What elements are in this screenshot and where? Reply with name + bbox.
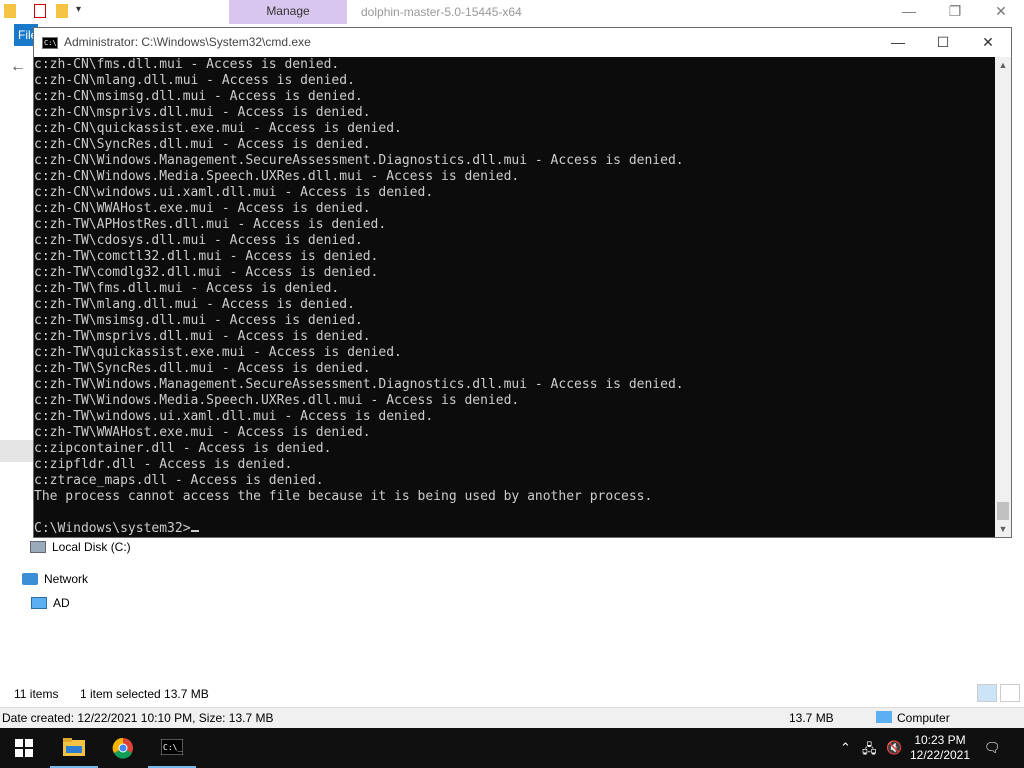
console-line: c:zh-CN\Windows.Media.Speech.UXRes.dll.m…: [34, 169, 520, 184]
nav-item-label: Network: [44, 572, 89, 586]
details-bar: Date created: 12/22/2021 10:10 PM, Size:…: [0, 707, 1024, 729]
console-output[interactable]: c:zh-CN\fms.dll.mui - Access is denied. c…: [34, 57, 995, 537]
details-view-button[interactable]: [977, 684, 997, 702]
computer-icon: [876, 711, 892, 723]
scrollbar-thumb[interactable]: [997, 502, 1009, 520]
console-line: c:ztrace_maps.dll - Access is denied.: [34, 473, 324, 488]
drive-icon: [30, 541, 46, 553]
cmd-titlebar[interactable]: C:\ Administrator: C:\Windows\System32\c…: [34, 28, 1011, 57]
console-scrollbar[interactable]: ▲ ▼: [995, 57, 1011, 537]
console-line: c:zh-TW\comctl32.dll.mui - Access is den…: [34, 249, 379, 264]
explorer-close-button[interactable]: ✕: [978, 0, 1024, 24]
show-hidden-icons-icon[interactable]: ⌃: [840, 740, 851, 756]
cmd-window-title: Administrator: C:\Windows\System32\cmd.e…: [64, 35, 311, 49]
scroll-up-arrow-icon[interactable]: ▲: [995, 57, 1011, 73]
console-line: c:zh-CN\windows.ui.xaml.dll.mui - Access…: [34, 185, 434, 200]
console-line: c:zh-TW\APHostRes.dll.mui - Access is de…: [34, 217, 387, 232]
clock[interactable]: 10:23 PM 12/22/2021: [904, 733, 976, 763]
explorer-maximize-button[interactable]: ❐: [932, 0, 978, 24]
console-line: c:zh-TW\mlang.dll.mui - Access is denied…: [34, 297, 355, 312]
quick-access-dropdown-icon[interactable]: ▾: [76, 4, 81, 15]
console-line: c:zh-CN\mlang.dll.mui - Access is denied…: [34, 73, 355, 88]
console-line: c:zh-TW\cdosys.dll.mui - Access is denie…: [34, 233, 363, 248]
network-icon: [22, 573, 38, 585]
tab-manage[interactable]: Manage: [229, 0, 347, 24]
console-line: c:zh-CN\SyncRes.dll.mui - Access is deni…: [34, 137, 371, 152]
file-details: Date created: 12/22/2021 10:10 PM, Size:…: [2, 711, 274, 725]
notification-center-icon[interactable]: 🗨: [984, 740, 1001, 756]
console-line: c:zh-CN\quickassist.exe.mui - Access is …: [34, 121, 402, 136]
file-size: 13.7 MB: [789, 711, 834, 725]
properties-icon[interactable]: [34, 4, 46, 18]
command-prompt: C:\Windows\system32>: [34, 521, 191, 536]
new-folder-icon[interactable]: [56, 4, 68, 18]
console-line: c:zh-TW\quickassist.exe.mui - Access is …: [34, 345, 402, 360]
cmd-maximize-button[interactable]: ☐: [920, 28, 966, 57]
chrome-icon[interactable]: [99, 728, 147, 768]
explorer-titlebar: ▾ Manage dolphin-master-5.0-15445-x64 — …: [0, 0, 1024, 24]
console-line: c:zh-TW\SyncRes.dll.mui - Access is deni…: [34, 361, 371, 376]
nav-item-local-disk[interactable]: Local Disk (C:): [30, 537, 131, 557]
nav-item-label: Local Disk (C:): [52, 540, 131, 554]
network-status-icon[interactable]: 🖧: [862, 740, 877, 762]
large-icons-view-button[interactable]: [1000, 684, 1020, 702]
text-cursor: [190, 530, 199, 532]
console-line: c:zh-TW\msimsg.dll.mui - Access is denie…: [34, 313, 363, 328]
item-count: 11 items: [14, 687, 59, 701]
nav-item-label: AD: [53, 596, 70, 610]
clock-date: 12/22/2021: [909, 748, 971, 762]
console-line: c:zh-CN\fms.dll.mui - Access is denied.: [34, 57, 340, 72]
selection-info: 1 item selected 13.7 MB: [80, 687, 209, 701]
location-label: Computer: [897, 711, 950, 725]
windows-start-icon[interactable]: [0, 728, 48, 768]
cmd-close-button[interactable]: ✕: [965, 28, 1011, 57]
status-bar: 11 items 1 item selected 13.7 MB: [0, 684, 1024, 704]
console-lines: c:zh-CN\fms.dll.mui - Access is denied. c…: [34, 57, 995, 521]
cmd-icon[interactable]: C:\_: [148, 728, 196, 768]
console-line: c:zh-TW\msprivs.dll.mui - Access is deni…: [34, 329, 371, 344]
svg-text:C:\_: C:\_: [163, 743, 182, 752]
console-line: The process cannot access the file becau…: [34, 489, 653, 504]
cmd-window[interactable]: C:\ Administrator: C:\Windows\System32\c…: [33, 27, 1012, 538]
console-line: c:zipfldr.dll - Access is denied.: [34, 457, 293, 472]
console-line: c:zipcontainer.dll - Access is denied.: [34, 441, 332, 456]
cmd-minimize-button[interactable]: —: [875, 28, 921, 57]
clock-time: 10:23 PM: [914, 733, 966, 747]
console-line: c:zh-TW\WWAHost.exe.mui - Access is deni…: [34, 425, 371, 440]
folder-icon: [4, 4, 16, 18]
volume-muted-icon[interactable]: 🔇: [886, 740, 902, 756]
file-explorer-icon[interactable]: [50, 728, 98, 768]
console-line: c:zh-CN\msprivs.dll.mui - Access is deni…: [34, 105, 371, 120]
console-line: c:zh-TW\comdlg32.dll.mui - Access is den…: [34, 265, 379, 280]
nav-item-ad[interactable]: AD: [31, 593, 70, 613]
console-line: c:zh-CN\Windows.Management.SecureAssessm…: [34, 153, 684, 168]
console-line: c:zh-CN\WWAHost.exe.mui - Access is deni…: [34, 201, 371, 216]
explorer-minimize-button[interactable]: —: [886, 0, 932, 24]
console-line: c:zh-TW\Windows.Media.Speech.UXRes.dll.m…: [34, 393, 520, 408]
scroll-down-arrow-icon[interactable]: ▼: [995, 521, 1011, 537]
console-line: c:zh-TW\windows.ui.xaml.dll.mui - Access…: [34, 409, 434, 424]
explorer-window-title: dolphin-master-5.0-15445-x64: [361, 5, 522, 19]
command-prompt-line[interactable]: C:\Windows\system32>: [34, 521, 995, 537]
nav-item-network[interactable]: Network: [22, 569, 88, 589]
computer-icon: [31, 597, 47, 609]
nav-pane-selected-item[interactable]: [0, 440, 34, 462]
console-line: c:zh-TW\Windows.Management.SecureAssessm…: [34, 377, 684, 392]
cmd-window-icon[interactable]: C:\: [42, 37, 58, 49]
back-arrow-icon[interactable]: ←: [10, 58, 26, 76]
console-line: c:zh-CN\msimsg.dll.mui - Access is denie…: [34, 89, 363, 104]
console-line: c:zh-TW\fms.dll.mui - Access is denied.: [34, 281, 340, 296]
